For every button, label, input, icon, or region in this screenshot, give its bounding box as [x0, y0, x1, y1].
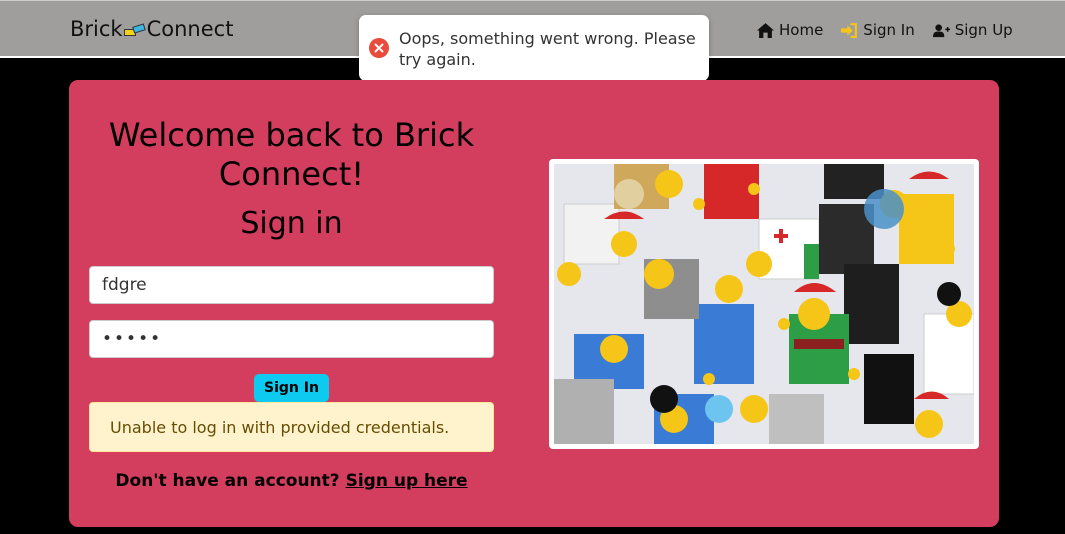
sign-in-card: Welcome back to Brick Connect! Sign in S…	[69, 80, 999, 527]
password-input[interactable]	[89, 320, 494, 358]
signup-prompt-line: Don't have an account? Sign up here	[89, 471, 494, 491]
lego-photo-frame	[549, 159, 979, 449]
brand-name-right: Connect	[146, 17, 234, 41]
nav-sign-up-link[interactable]: Sign Up	[932, 21, 1013, 39]
home-icon	[757, 22, 774, 38]
lego-minifigures-photo	[554, 164, 974, 444]
sign-up-link[interactable]: Sign up here	[346, 471, 468, 491]
brick-logo-icon	[123, 23, 146, 37]
toast-message: Oops, something went wrong. Please try a…	[399, 29, 696, 69]
login-error-message: Unable to log in with provided credentia…	[110, 417, 450, 437]
nav-home-label: Home	[779, 21, 824, 39]
login-error-alert: Unable to log in with provided credentia…	[89, 402, 494, 452]
nav-home-link[interactable]: Home	[757, 21, 823, 39]
sign-in-button[interactable]: Sign In	[254, 374, 329, 402]
signup-prompt-text: Don't have an account?	[115, 471, 340, 491]
nav-sign-in-label: Sign In	[863, 21, 915, 39]
username-input[interactable]	[89, 266, 494, 304]
error-toast[interactable]: Oops, something went wrong. Please try a…	[359, 15, 709, 81]
sign-in-icon	[841, 22, 858, 38]
brand-logo-link[interactable]: Brick Connect	[70, 17, 233, 41]
nav-sign-in-link[interactable]: Sign In	[841, 21, 915, 39]
sign-in-heading: Sign in	[240, 206, 343, 241]
user-plus-icon	[932, 23, 950, 37]
lego-photo-illustration	[554, 164, 974, 444]
brand-name-left: Brick	[70, 17, 123, 41]
error-icon	[369, 38, 389, 58]
welcome-heading: Welcome back to Brick Connect!	[108, 116, 475, 193]
nav-links: Home Sign In Sign Up	[757, 21, 1013, 39]
nav-sign-up-label: Sign Up	[954, 21, 1013, 39]
